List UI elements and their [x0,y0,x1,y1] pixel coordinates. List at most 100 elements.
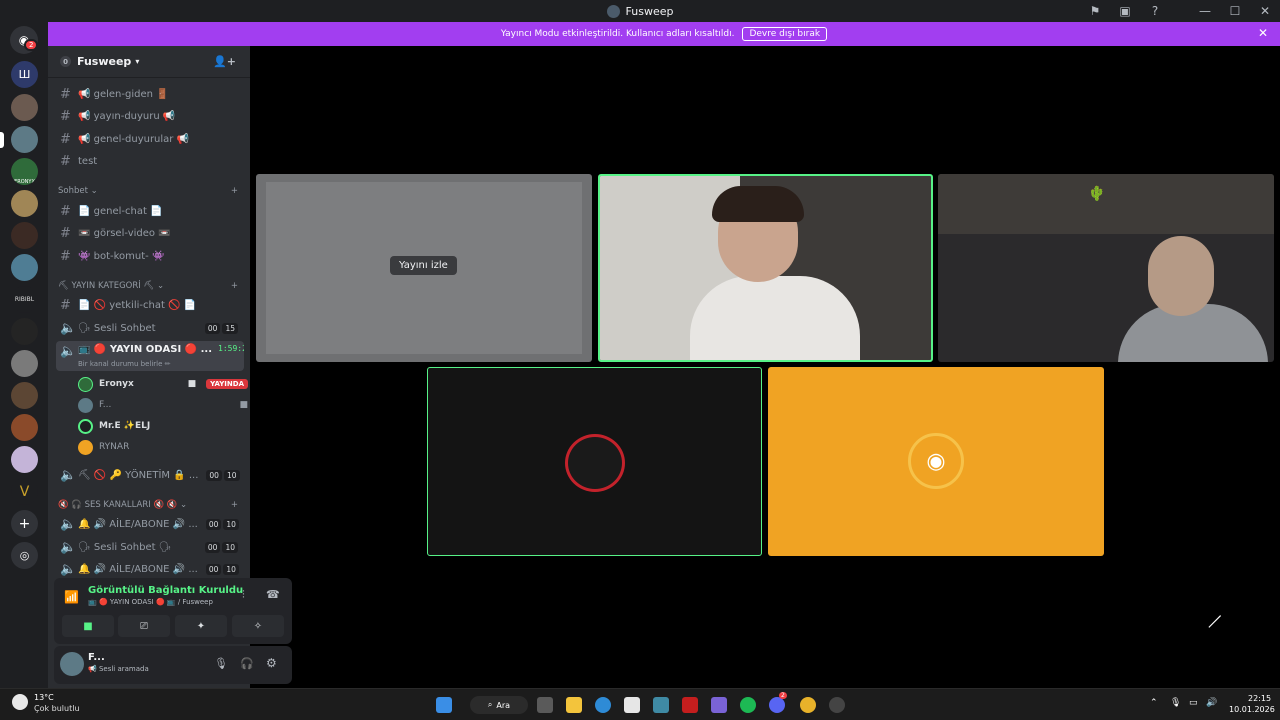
store-icon[interactable] [624,697,640,713]
minimize-icon[interactable]: — [1190,4,1220,18]
invite-people-icon[interactable]: 👤+ [213,55,236,68]
server-header[interactable]: 0 Fusweep ▾ 👤+ [48,46,250,78]
member-f[interactable]: F... ■ [78,395,248,415]
voice-channel-sesli-sohbet-2[interactable]: 🔈 🗣 Sesli Sohbet 🗣 00 10 [56,537,244,557]
server-icon-3[interactable] [11,126,38,153]
tray-mic-icon[interactable]: 🎙 [1170,698,1181,708]
streamer-mode-banner: Yayıncı Modu etkinleştirildi. Kullanıcı … [48,22,1280,46]
server-icon-11[interactable] [11,382,38,409]
user-limit: 10 [223,563,239,575]
server-icon-8[interactable]: RΙΒΙΒL [11,286,38,313]
screen-share-button[interactable]: ⎚ [118,615,170,637]
watch-stream-button[interactable]: Yayını izle [390,256,457,275]
server-icon-13[interactable] [11,446,38,473]
tray-chevron-icon[interactable]: ⌃ [1150,698,1158,708]
weather-icon[interactable] [12,694,28,710]
chrome-icon[interactable] [800,697,816,713]
discover-icon[interactable]: ◎ [11,542,38,569]
voice-channel-yonetim[interactable]: 🔈 ⛏ 🚫 🔑 YÖNETİM 🔒 ... 00 10 [56,465,244,485]
copilot-icon[interactable] [711,697,727,713]
task-view-icon[interactable] [537,697,553,713]
server-rail: ◉ 2 Ш ERONYX RΙΒΙΒL V + ◎ [0,22,48,688]
video-tile-rynar[interactable]: ◉ [768,367,1104,556]
server-icon-6[interactable] [11,222,38,249]
add-channel-icon[interactable]: + [231,500,238,510]
tray-network-icon[interactable]: ▭ [1189,698,1198,708]
discord-taskbar-icon[interactable] [769,697,785,713]
microphone-icon[interactable]: 🎙 [214,657,228,670]
speaker-locked-icon: 🔈 [60,561,77,577]
disable-streamer-mode-button[interactable]: Devre dışı bırak [742,27,828,41]
channel-yayin-duyuru[interactable]: # 📢 yayın-duyuru 📢 [56,106,244,126]
inbox-icon[interactable]: ▣ [1110,4,1140,18]
add-channel-icon[interactable]: + [231,186,238,196]
voice-channel-path[interactable]: 📺 🔴 YAYIN ODASI 🔴 📺 / Fusweep [88,598,213,606]
tray-volume-icon[interactable]: 🔊 [1206,698,1217,708]
signal-icon: 📶 [64,590,79,604]
server-icon-12[interactable] [11,414,38,441]
file-explorer-icon[interactable] [566,697,582,713]
video-tile-eronyx[interactable] [598,174,933,362]
server-icon-2[interactable] [11,94,38,121]
steam-icon[interactable] [829,697,845,713]
channel-label: 📼 görsel-video 📼 [78,227,171,239]
camera-button[interactable]: ■ [62,615,114,637]
stream-tile-screenshare[interactable]: Yayını izle [256,174,592,362]
channel-bot-komut[interactable]: # 👾 bot-komut- 👾 [56,246,244,266]
channel-genel-duyurular[interactable]: # 📢 genel-duyurular 📢 [56,129,244,149]
channel-status-prompt[interactable]: Bir kanal durumu belirle ✏ [78,360,171,368]
activities-button[interactable]: ✦ [175,615,227,637]
voice-channel-aile-abone-2[interactable]: 🔈 🔔 🔊 AİLE/ABONE 🔊 ... 00 10 [56,559,244,579]
help-icon[interactable]: ? [1140,4,1170,18]
banner-close-icon[interactable]: ✕ [1258,26,1268,40]
username[interactable]: F... [88,652,105,663]
netflix-icon[interactable] [682,697,698,713]
server-icon-7[interactable] [11,254,38,281]
disconnect-icon[interactable]: ☎ [266,588,280,601]
inbox-flag-icon[interactable]: ⚑ [1080,4,1110,18]
search-box[interactable]: ⌕ Ara [470,696,528,714]
voice-channel-aile-abone-1[interactable]: 🔈 🔔 🔊 AİLE/ABONE 🔊 ... 00 10 [56,514,244,534]
add-channel-icon[interactable]: + [231,281,238,291]
member-eronyx[interactable]: Eronyx ■ YAYINDA [78,374,248,394]
discord-avatar-icon: ◉ [908,433,964,489]
member-mre[interactable]: Mr.E ✨ELJ [78,416,248,436]
channel-gorsel-video[interactable]: # 📼 görsel-video 📼 [56,223,244,243]
banner-text: Yayıncı Modu etkinleştirildi. Kullanıcı … [500,29,735,39]
server-icon-eronyx[interactable]: ERONYX [11,158,38,185]
close-window-icon[interactable]: ✕ [1250,4,1280,18]
clock-time[interactable]: 22:15 [1248,694,1271,703]
channel-yetkili-chat[interactable]: # 📄 🚫 yetkili-chat 🚫 📄 [56,295,244,315]
voice-channel-sesli-sohbet[interactable]: 🔈 🗣 Sesli Sohbet 00 15 [56,318,244,338]
weather-temp[interactable]: 13°C [34,693,54,702]
settings-gear-icon[interactable]: ⚙ [266,656,277,670]
soundboard-button[interactable]: ✧ [232,615,284,637]
maximize-icon[interactable]: ☐ [1220,4,1250,18]
clock-date[interactable]: 10.01.2026 [1229,705,1275,714]
category-yayin[interactable]: ⛏ YAYIN KATEGORİ ⛏ ⌄ + [58,281,238,291]
server-icon-1[interactable]: Ш [11,61,38,88]
server-icon-5[interactable] [11,190,38,217]
category-sohbet[interactable]: Sohbet ⌄ + [58,186,238,196]
video-tile-mre[interactable] [427,367,762,556]
category-ses-kanallari[interactable]: 🔇 🎧 SES KANALLARI 🔇 🔇 ⌄ + [58,500,238,510]
windows-start-icon[interactable] [436,697,452,713]
edge-icon[interactable] [595,697,611,713]
avatar[interactable] [60,652,84,676]
channel-genel-chat[interactable]: # 📄 genel-chat 📄 [56,201,244,221]
window-title: Fusweep [625,4,674,18]
spotify-icon[interactable] [740,697,756,713]
server-icon-14[interactable]: V [11,478,38,505]
server-icon-10[interactable] [11,350,38,377]
video-tile-member[interactable]: 🌵 [938,174,1274,362]
weather-desc[interactable]: Çok bulutlu [34,704,80,713]
server-icon-9[interactable] [11,318,38,345]
noise-suppression-icon[interactable]: ⫶ [242,588,245,602]
headphones-icon[interactable]: 🎧 [240,657,254,670]
voice-status[interactable]: Görüntülü Bağlantı Kuruldu [88,585,243,596]
app-icon-5[interactable] [653,697,669,713]
channel-gelen-giden[interactable]: # 📢 gelen-giden 🚪 [56,84,244,104]
channel-test[interactable]: # test [56,151,244,171]
add-server-icon[interactable]: + [11,510,38,537]
member-rynar[interactable]: RYNAR [78,437,248,457]
